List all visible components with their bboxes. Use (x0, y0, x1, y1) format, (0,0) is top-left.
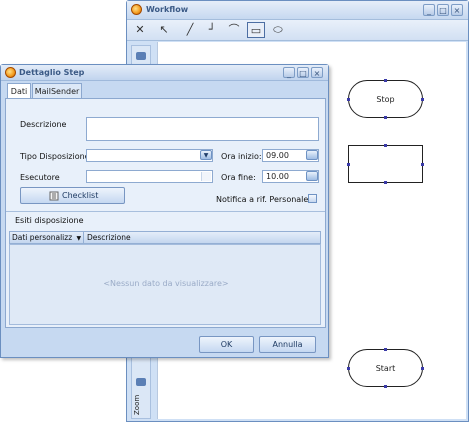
dialog-titlebar[interactable]: Dettaglio Step _ □ × (1, 65, 328, 81)
ora-inizio-field[interactable]: 09.00 (262, 149, 319, 162)
curve-tool-icon[interactable]: ⌒ (225, 22, 243, 38)
connection-pin[interactable] (384, 144, 387, 147)
tipo-disposizione-label: Tipo Disposizione (20, 152, 90, 161)
ora-fine-value: 10.00 (266, 172, 289, 181)
minimize-button[interactable]: _ (423, 4, 435, 16)
elbow-connector-icon[interactable]: ┘ (203, 22, 221, 38)
workflow-title: Workflow (146, 5, 189, 14)
ellipse-tool-icon[interactable]: ⬭ (269, 22, 287, 38)
chevron-down-icon[interactable]: ▼ (200, 150, 212, 160)
esecutore-label: Esecutore (20, 173, 60, 182)
checklist-button-label: Checklist (62, 191, 99, 200)
zoom-out-icon[interactable] (136, 378, 146, 386)
tab-mailsender[interactable]: MailSender (32, 83, 82, 98)
esiti-grid-body[interactable]: <Nessun dato da visualizzare> (9, 244, 321, 325)
line-tool-icon[interactable]: ╱ (181, 22, 199, 38)
connection-pin[interactable] (384, 79, 387, 82)
stop-node[interactable]: Stop (348, 80, 423, 118)
connection-pin[interactable] (384, 348, 387, 351)
zoom-label: Zoom (133, 394, 141, 415)
app-icon (131, 4, 142, 15)
dialog-title: Dettaglio Step (19, 68, 85, 77)
spinner-icon[interactable] (306, 150, 318, 160)
ora-inizio-value: 09.00 (266, 151, 289, 160)
pointer-icon[interactable]: ↖ (155, 22, 173, 38)
connection-pin[interactable] (421, 367, 424, 370)
ora-fine-label: Ora fine: (221, 173, 256, 182)
maximize-button[interactable]: □ (437, 4, 449, 16)
start-node[interactable]: Start (348, 349, 423, 387)
esiti-grid-header: Dati personalizz ▼ Descrizione (9, 231, 321, 244)
tipo-disposizione-select[interactable]: ▼ (86, 149, 213, 162)
close-button[interactable]: × (311, 67, 323, 78)
connection-pin[interactable] (421, 98, 424, 101)
tab-dati[interactable]: Dati (7, 83, 31, 98)
close-button[interactable]: × (451, 4, 463, 16)
zoom-in-icon[interactable] (136, 52, 146, 60)
rectangle-tool-icon[interactable]: ▭ (247, 22, 265, 38)
connection-pin[interactable] (384, 116, 387, 119)
checklist-icon (49, 191, 59, 201)
empty-grid-message: <Nessun dato da visualizzare> (103, 279, 229, 288)
spinner-icon[interactable] (306, 171, 318, 181)
descrizione-field[interactable] (86, 117, 319, 141)
ora-fine-field[interactable]: 10.00 (262, 170, 319, 183)
stop-node-label: Stop (376, 94, 395, 104)
ok-button[interactable]: OK (199, 336, 254, 353)
column-descrizione[interactable]: Descrizione (85, 232, 305, 243)
esiti-section-label: Esiti disposizione (15, 216, 84, 225)
descrizione-label: Descrizione (20, 120, 67, 129)
checklist-button[interactable]: Checklist (20, 187, 125, 204)
ora-inizio-label: Ora inizio: (221, 152, 262, 161)
start-node-label: Start (375, 363, 396, 373)
step-node[interactable] (348, 145, 423, 183)
notifica-label: Notifica a rif. Personale (216, 195, 309, 204)
connection-pin[interactable] (384, 181, 387, 184)
connection-pin[interactable] (347, 98, 350, 101)
workflow-toolbar: ✕ ↖ ╱ ┘ ⌒ ▭ ⬭ (127, 20, 468, 41)
connection-pin[interactable] (347, 367, 350, 370)
app-icon (5, 67, 16, 78)
dettaglio-step-dialog: Dettaglio Step _ □ × Dati MailSender Des… (0, 64, 329, 358)
notifica-checkbox[interactable] (308, 194, 317, 203)
dati-panel: Descrizione Tipo Disposizione ▼ Ora iniz… (5, 98, 326, 328)
sort-down-icon[interactable]: ▼ (77, 235, 82, 242)
column-dati-personalizz[interactable]: Dati personalizz ▼ (10, 232, 84, 243)
dropdown-trigger-icon[interactable] (201, 172, 211, 181)
maximize-button[interactable]: □ (297, 67, 309, 78)
column-dati-personalizz-label: Dati personalizz (12, 233, 73, 242)
esecutore-select[interactable] (86, 170, 213, 183)
close-x-icon[interactable]: ✕ (131, 22, 149, 38)
connection-pin[interactable] (384, 385, 387, 388)
workflow-titlebar[interactable]: Workflow _ □ × (127, 1, 468, 20)
connection-pin[interactable] (347, 163, 350, 166)
minimize-button[interactable]: _ (283, 67, 295, 78)
section-divider (6, 211, 325, 212)
annulla-button[interactable]: Annulla (259, 336, 316, 353)
connection-pin[interactable] (421, 163, 424, 166)
